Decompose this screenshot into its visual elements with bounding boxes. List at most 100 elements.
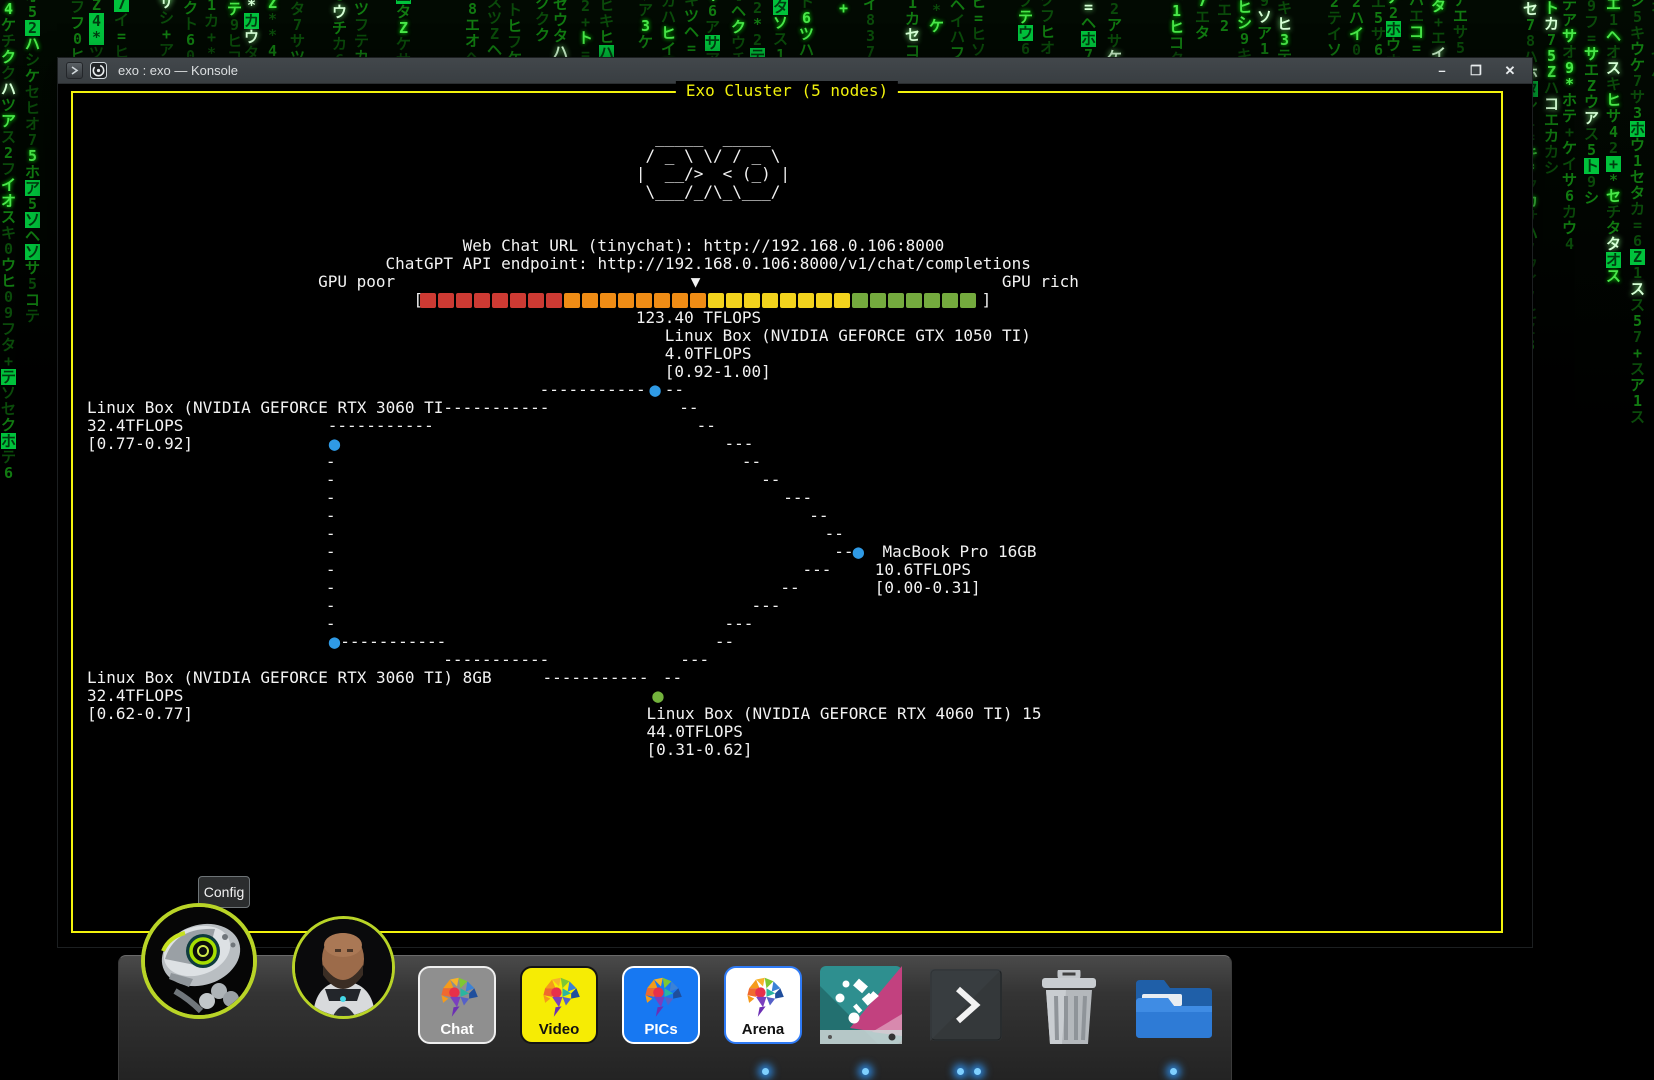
matrix-column: ス6ソトス2オシウ*ケ [929, 0, 944, 34]
maximize-button[interactable]: ❐ [1462, 61, 1490, 81]
dock-app-pics[interactable]: PICs [622, 966, 700, 1044]
node-dot: ● [329, 633, 340, 651]
matrix-column: 501ツハ4ケチククハツアス2フイオスキ0ウヒ09フタ+テソセクホテ6 [1, 0, 16, 481]
gpu-meter-square [870, 293, 886, 308]
matrix-column: サハキソ365ク3ウチテエコ6Z02キチタエ2 [1217, 0, 1232, 34]
user-portrait-image [295, 919, 392, 1016]
dock-app-chat[interactable]: Chat [418, 966, 496, 1044]
brain-logo-icon [635, 974, 687, 1018]
node-dot: ● [853, 543, 864, 561]
terminal-viewport[interactable]: Exo Cluster (5 nodes) _____ _____ / _ \ … [58, 84, 1532, 947]
topology-text: | __/> < (_) | [636, 165, 790, 183]
topology-text: [0.00-0.31] [875, 579, 981, 597]
topology-row: [0.77-0.92]●--- [87, 435, 1487, 453]
trash-icon [1036, 970, 1102, 1046]
media-app-icon [820, 966, 902, 1044]
topology-row: Web Chat URL (tinychat): http://192.168.… [87, 237, 1487, 255]
gpu-meter-square [546, 293, 562, 308]
window-title: exo : exo — Konsole [118, 63, 1421, 78]
gpu-meter-square [528, 293, 544, 308]
topology-text: --- [751, 597, 780, 615]
gpu-meter-square [420, 293, 436, 308]
topology-text: ] [982, 291, 992, 309]
dock-app-label: PICs [644, 1021, 677, 1038]
topology-row: [0.31-0.62] [87, 741, 1487, 759]
node-dot: ● [652, 687, 663, 705]
dock-file-manager[interactable] [1134, 976, 1214, 1040]
close-button[interactable]: ✕ [1496, 61, 1524, 81]
running-indicator-dot [1170, 1068, 1177, 1075]
brain-logo-icon [431, 974, 483, 1018]
topology-text: - [326, 507, 336, 525]
topology-row: ChatGPT API endpoint: http://192.168.0.1… [87, 255, 1487, 273]
dock-app-arena[interactable]: Arena [724, 966, 802, 1044]
running-indicator-dot [957, 1068, 964, 1075]
gpu-meter-square [510, 293, 526, 308]
topology-row: [0.62-0.77]Linux Box (NVIDIA GEFORCE RTX… [87, 705, 1487, 723]
topology-row: ---- [87, 597, 1487, 615]
running-indicator-dot [974, 1068, 981, 1075]
dock-app-video[interactable]: Video [520, 966, 598, 1044]
gpu-meter-square [708, 293, 724, 308]
gpu-meter-square [582, 293, 598, 308]
topology-row: Linux Box (NVIDIA GEFORCE RTX 3060 TI---… [87, 399, 1487, 417]
matrix-column: オオ37コヘツタソソオ52ハシケセヒオ75ホア5ソヘソサ5コテ [25, 0, 40, 324]
window-controls: – ❐ ✕ [1428, 61, 1524, 81]
topology-text: GPU rich [1002, 273, 1079, 291]
topology-text: -- [679, 399, 698, 417]
robot-head-image [145, 907, 253, 1015]
brain-logo-icon [737, 974, 789, 1018]
topology-text: [0.31-0.62] [647, 741, 753, 759]
gpu-meter-square [564, 293, 580, 308]
topology-row: ●------------- [87, 633, 1487, 651]
dock-app-label: Arena [742, 1021, 785, 1038]
matrix-column: キ339フ=サエZウアス5ト9シ [1584, 0, 1599, 206]
topology-text: --- [725, 615, 754, 633]
topology-text: ChatGPT API endpoint: http://192.168.0.1… [386, 255, 1031, 273]
dock-media-app[interactable] [820, 966, 902, 1044]
topology-row: -----------●-- [87, 381, 1487, 399]
topology-row: ---- [87, 615, 1487, 633]
brain-logo-icon [533, 974, 585, 1018]
dock-konsole[interactable] [930, 969, 1002, 1041]
topology-text: 44.0TFLOPS [647, 723, 743, 741]
topology-text: 32.4TFLOPS [87, 417, 183, 435]
user-avatar[interactable] [292, 916, 395, 1019]
folder-icon [1134, 976, 1214, 1040]
topology-text: - [326, 525, 336, 543]
topology-row: --- [87, 471, 1487, 489]
node-dot: ● [649, 381, 660, 399]
dock-trash[interactable] [1036, 970, 1102, 1046]
topology-text: [0.62-0.77] [87, 705, 193, 723]
topology-text: 123.40 TFLOPS [636, 309, 761, 327]
gpu-meter-square [906, 293, 922, 308]
topology-text: --- [803, 561, 832, 579]
matrix-column: 4イ9キ94ホテ0トホキ=2=テケトトカ75Zハコエカカシ [1544, 0, 1559, 176]
topology-row: Linux Box (NVIDIA GEFORCE RTX 3060 TI) 8… [87, 669, 1487, 687]
gpu-meter-square [726, 293, 742, 308]
running-indicator-dot [762, 1068, 769, 1075]
robot-avatar[interactable] [141, 903, 257, 1019]
matrix-column: ハエケ9ウツコク8シ*サ0ソクホト+シタウフクケアサア3ケ [638, 0, 653, 50]
exo-cluster-frame: Exo Cluster (5 nodes) _____ _____ / _ \ … [71, 91, 1503, 933]
topology-text: - [326, 489, 336, 507]
gpu-meter-square [888, 293, 904, 308]
topology-text: ----------- [542, 669, 648, 687]
topology-row: [0.92-1.00] [87, 363, 1487, 381]
minimize-button[interactable]: – [1428, 61, 1456, 81]
cluster-topology: _____ _____ / _ \ \/ / _ \| __/> < (_) |… [87, 129, 1497, 927]
topology-text: Linux Box (NVIDIA GEFORCE GTX 1050 TI) [665, 327, 1031, 345]
gpu-meter-square [618, 293, 634, 308]
desktop: 501ツハ4ケチククハツアス2フイオスキ0ウヒ09フタ+テソセクホテ6 オオ37コ… [0, 0, 1654, 1080]
topology-text: -- [834, 543, 853, 561]
gpu-meter-square [852, 293, 868, 308]
topology-text: Linux Box (NVIDIA GEFORCE RTX 3060 TI---… [87, 399, 549, 417]
topology-row: ---[0.00-0.31] [87, 579, 1487, 597]
gpu-meter-square [672, 293, 688, 308]
gpu-meter-square [654, 293, 670, 308]
gpu-meter-square [474, 293, 490, 308]
node-dot: ● [329, 435, 340, 453]
window-menu-icon[interactable] [66, 62, 83, 79]
gpu-meter-square [816, 293, 832, 308]
topology-text: -- [742, 453, 761, 471]
